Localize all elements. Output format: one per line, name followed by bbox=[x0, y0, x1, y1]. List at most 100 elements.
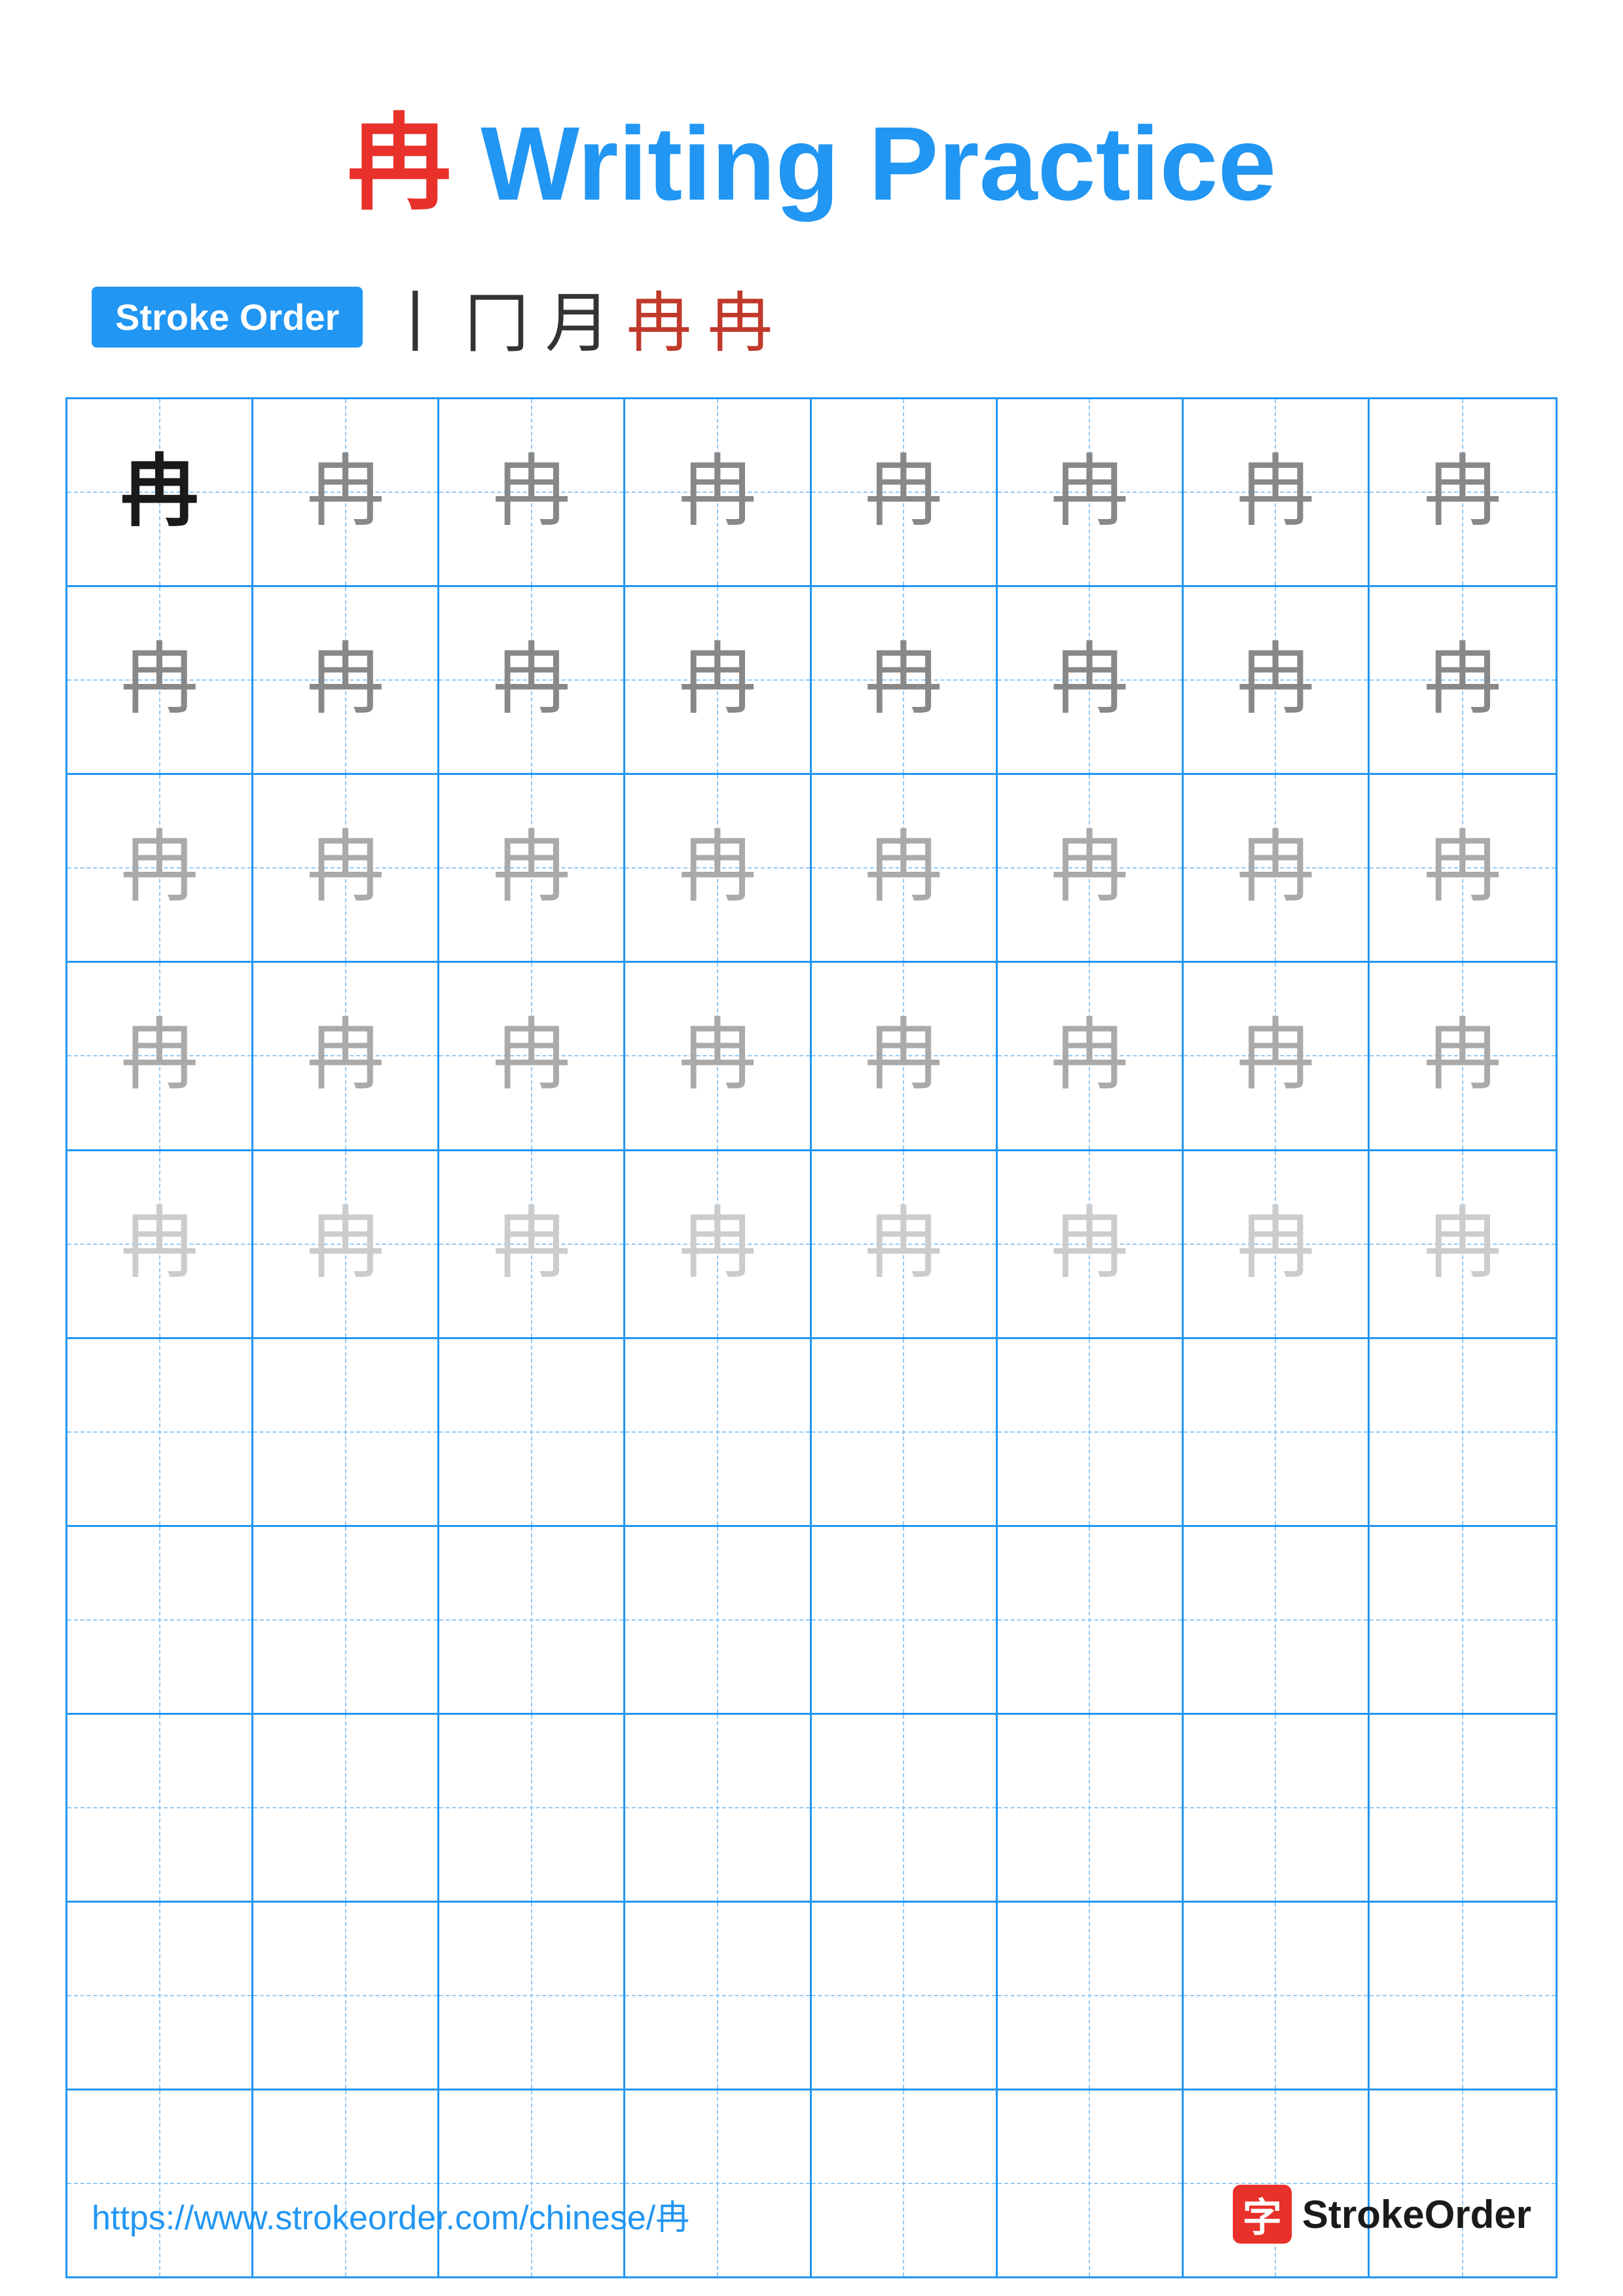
grid-cell[interactable]: 冉 bbox=[253, 775, 439, 961]
practice-char: 冉 bbox=[1050, 453, 1129, 531]
grid-row: 冉 冉 冉 冉 冉 冉 冉 冉 bbox=[67, 775, 1556, 963]
grid-cell[interactable] bbox=[625, 1715, 811, 1901]
grid-cell[interactable]: 冉 bbox=[439, 399, 625, 585]
grid-cell[interactable]: 冉 bbox=[67, 587, 253, 773]
grid-cell[interactable] bbox=[812, 2090, 998, 2276]
grid-cell[interactable] bbox=[439, 1527, 625, 1713]
grid-cell[interactable] bbox=[625, 1903, 811, 2089]
grid-cell[interactable] bbox=[1184, 1903, 1370, 2089]
grid-cell[interactable] bbox=[67, 1715, 253, 1901]
grid-cell[interactable] bbox=[253, 1527, 439, 1713]
grid-cell[interactable]: 冉 bbox=[1184, 587, 1370, 773]
grid-cell[interactable] bbox=[998, 1903, 1184, 2089]
grid-cell[interactable] bbox=[439, 1903, 625, 2089]
grid-cell[interactable]: 冉 bbox=[812, 399, 998, 585]
grid-cell[interactable] bbox=[812, 1903, 998, 2089]
grid-cell[interactable] bbox=[439, 1339, 625, 1525]
grid-cell[interactable]: 冉 bbox=[625, 1151, 811, 1337]
grid-cell[interactable]: 冉 bbox=[625, 587, 811, 773]
grid-cell[interactable]: 冉 bbox=[812, 775, 998, 961]
grid-cell[interactable]: 冉 bbox=[1184, 1151, 1370, 1337]
grid-cell[interactable] bbox=[253, 1339, 439, 1525]
grid-cell[interactable] bbox=[439, 2090, 625, 2276]
grid-cell[interactable]: 冉 bbox=[625, 775, 811, 961]
grid-cell[interactable] bbox=[998, 1715, 1184, 1901]
grid-cell[interactable]: 冉 bbox=[625, 963, 811, 1149]
grid-cell[interactable]: 冉 bbox=[67, 399, 253, 585]
grid-cell[interactable] bbox=[812, 1339, 998, 1525]
grid-cell[interactable] bbox=[1370, 1339, 1556, 1525]
grid-cell[interactable]: 冉 bbox=[67, 963, 253, 1149]
grid-cell[interactable]: 冉 bbox=[998, 1151, 1184, 1337]
grid-cell[interactable] bbox=[67, 2090, 253, 2276]
grid-cell[interactable] bbox=[1184, 1715, 1370, 1901]
grid-cell[interactable] bbox=[67, 1339, 253, 1525]
grid-cell[interactable] bbox=[67, 1527, 253, 1713]
grid-cell[interactable]: 冉 bbox=[439, 1151, 625, 1337]
grid-cell[interactable] bbox=[625, 2090, 811, 2276]
grid-cell[interactable] bbox=[253, 1903, 439, 2089]
grid-row bbox=[67, 1715, 1556, 1903]
grid-cell[interactable] bbox=[998, 1339, 1184, 1525]
grid-cell[interactable] bbox=[625, 1339, 811, 1525]
practice-char: 冉 bbox=[678, 453, 757, 531]
grid-cell[interactable]: 冉 bbox=[1370, 963, 1556, 1149]
grid-cell[interactable] bbox=[439, 1715, 625, 1901]
footer-url[interactable]: https://www.strokeorder.com/chinese/冉 bbox=[92, 2190, 689, 2239]
grid-cell[interactable]: 冉 bbox=[439, 775, 625, 961]
grid-cell[interactable]: 冉 bbox=[1370, 399, 1556, 585]
grid-cell[interactable]: 冉 bbox=[253, 587, 439, 773]
grid-cell[interactable] bbox=[1370, 2090, 1556, 2276]
grid-cell[interactable] bbox=[253, 1715, 439, 1901]
grid-cell[interactable] bbox=[1370, 1903, 1556, 2089]
stroke-4: 冉 bbox=[626, 270, 691, 365]
grid-cell[interactable] bbox=[998, 2090, 1184, 2276]
grid-cell[interactable] bbox=[812, 1527, 998, 1713]
grid-cell[interactable]: 冉 bbox=[253, 963, 439, 1149]
stroke-order-badge: Stroke Order bbox=[92, 287, 363, 348]
grid-cell[interactable]: 冉 bbox=[1370, 775, 1556, 961]
practice-char: 冉 bbox=[492, 829, 571, 907]
practice-char: 冉 bbox=[1236, 1016, 1315, 1095]
practice-char: 冉 bbox=[1236, 1205, 1315, 1283]
grid-cell[interactable]: 冉 bbox=[1184, 963, 1370, 1149]
grid-row: 冉 冉 冉 冉 冉 冉 冉 冉 bbox=[67, 963, 1556, 1151]
stroke-5: 冉 bbox=[707, 270, 773, 365]
grid-cell[interactable]: 冉 bbox=[998, 963, 1184, 1149]
grid-cell[interactable]: 冉 bbox=[1184, 775, 1370, 961]
practice-char: 冉 bbox=[492, 1016, 571, 1095]
grid-cell[interactable]: 冉 bbox=[1370, 1151, 1556, 1337]
grid-cell[interactable] bbox=[625, 1527, 811, 1713]
practice-char: 冉 bbox=[678, 1016, 757, 1095]
grid-cell[interactable]: 冉 bbox=[812, 963, 998, 1149]
grid-cell[interactable]: 冉 bbox=[67, 775, 253, 961]
title-chinese-char: 冉 bbox=[347, 106, 452, 223]
grid-cell[interactable]: 冉 bbox=[998, 399, 1184, 585]
grid-cell[interactable] bbox=[1184, 2090, 1370, 2276]
grid-cell[interactable]: 冉 bbox=[1184, 399, 1370, 585]
grid-cell[interactable] bbox=[1184, 1339, 1370, 1525]
grid-cell[interactable]: 冉 bbox=[439, 963, 625, 1149]
practice-char: 冉 bbox=[1423, 641, 1502, 719]
grid-cell[interactable] bbox=[1370, 1715, 1556, 1901]
grid-cell[interactable] bbox=[812, 1715, 998, 1901]
grid-cell[interactable]: 冉 bbox=[812, 1151, 998, 1337]
practice-char: 冉 bbox=[306, 829, 385, 907]
grid-cell[interactable]: 冉 bbox=[439, 587, 625, 773]
grid-cell[interactable] bbox=[253, 2090, 439, 2276]
practice-char: 冉 bbox=[678, 1205, 757, 1283]
practice-char: 冉 bbox=[864, 1016, 943, 1095]
grid-cell[interactable]: 冉 bbox=[253, 1151, 439, 1337]
grid-cell[interactable]: 冉 bbox=[812, 587, 998, 773]
grid-cell[interactable] bbox=[1370, 1527, 1556, 1713]
grid-cell[interactable] bbox=[1184, 1527, 1370, 1713]
grid-cell[interactable]: 冉 bbox=[253, 399, 439, 585]
grid-cell[interactable]: 冉 bbox=[998, 775, 1184, 961]
grid-cell[interactable] bbox=[998, 1527, 1184, 1713]
grid-cell[interactable]: 冉 bbox=[67, 1151, 253, 1337]
grid-cell[interactable]: 冉 bbox=[625, 399, 811, 585]
logo-text: StrokeOrder bbox=[1302, 2192, 1531, 2237]
grid-cell[interactable] bbox=[67, 1903, 253, 2089]
grid-cell[interactable]: 冉 bbox=[998, 587, 1184, 773]
grid-cell[interactable]: 冉 bbox=[1370, 587, 1556, 773]
